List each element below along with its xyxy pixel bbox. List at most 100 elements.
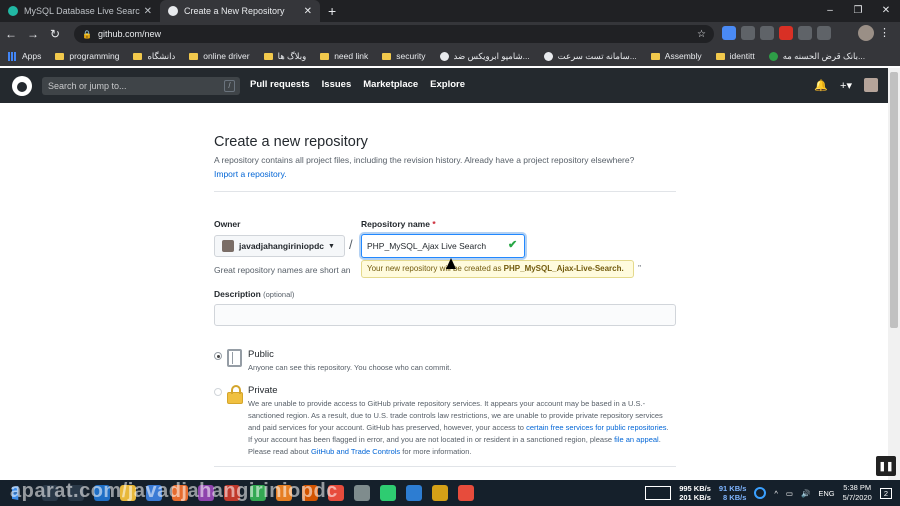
- clock[interactable]: 5:38 PM 5/7/2020: [843, 483, 872, 503]
- chevron-up-icon[interactable]: ^: [774, 489, 778, 498]
- bookmarks-bar: Apps programming دانشگاه online driver و…: [0, 46, 900, 66]
- apps-grid-icon: [8, 51, 17, 61]
- extension-icon[interactable]: [817, 26, 831, 40]
- net-speed-secondary: 91 KB/s 8 KB/s: [718, 484, 747, 502]
- owner-select[interactable]: javadjahangiriniopdc ▼: [214, 235, 345, 257]
- nav-pull-requests[interactable]: Pull requests: [250, 79, 310, 90]
- address-bar[interactable]: 🔒 github.com/new ☆: [74, 25, 714, 43]
- create-new-menu[interactable]: +▾: [840, 79, 852, 92]
- tab-mysql-live-search[interactable]: MySQL Database Live Search wit ✕: [0, 0, 160, 22]
- folder-icon: [320, 52, 330, 60]
- free-services-link[interactable]: certain free services for public reposit…: [526, 423, 666, 432]
- folder-icon: [715, 52, 725, 60]
- tooltip-tail: ": [638, 264, 641, 273]
- private-radio[interactable]: [214, 388, 222, 396]
- translate-extension-icon[interactable]: [722, 26, 736, 40]
- page-scrollbar[interactable]: [888, 68, 900, 480]
- notification-badge[interactable]: 2: [879, 487, 892, 499]
- tab-favicon-icon: [8, 6, 18, 16]
- extension-icon[interactable]: [741, 26, 755, 40]
- browser-toolbar: ← → ↻ 🔒 github.com/new ☆ ⋮: [0, 22, 900, 46]
- mouse-cursor-icon: [446, 258, 456, 269]
- close-icon[interactable]: ✕: [144, 6, 152, 17]
- app-icon[interactable]: [380, 485, 396, 501]
- github-header-actions: 🔔 +▾: [814, 78, 878, 92]
- search-input[interactable]: Search or jump to... /: [42, 77, 240, 95]
- menu-icon[interactable]: ⋮: [879, 26, 890, 39]
- page-subtitle: A repository contains all project files,…: [214, 155, 635, 165]
- nav-issues[interactable]: Issues: [322, 79, 352, 90]
- tooltip-repo-name: PHP_MySQL_Ajax-Live-Search.: [503, 264, 624, 273]
- bookmark-site[interactable]: سامانه تست سرعت...: [543, 51, 637, 62]
- vscode-icon[interactable]: [406, 485, 422, 501]
- nav-explore[interactable]: Explore: [430, 79, 465, 90]
- private-description: We are unable to provide access to GitHu…: [248, 399, 669, 456]
- description-label: Description (optional): [214, 289, 295, 299]
- watermark-text: aparat.com/javadjahangiriniopdc: [10, 480, 338, 502]
- private-title: Private: [248, 385, 278, 396]
- language-indicator[interactable]: ENG: [818, 489, 834, 498]
- tab-create-repository[interactable]: Create a New Repository ✕: [160, 0, 320, 22]
- forward-icon[interactable]: →: [22, 27, 44, 41]
- public-description: Anyone can see this repository. You choo…: [248, 363, 452, 372]
- owner-repo-separator: /: [349, 237, 353, 252]
- owner-value: javadjahangiriniopdc: [239, 241, 325, 251]
- bookmark-site[interactable]: شامپو ابرویکس ضد...: [439, 51, 530, 62]
- new-tab-button[interactable]: +: [320, 0, 344, 22]
- avatar[interactable]: [864, 78, 878, 92]
- app-icon[interactable]: [432, 485, 448, 501]
- bookmark-folder[interactable]: Assembly: [650, 51, 702, 61]
- folder-icon: [263, 52, 273, 60]
- back-icon[interactable]: ←: [0, 27, 22, 41]
- trade-controls-link[interactable]: GitHub and Trade Controls: [311, 447, 400, 456]
- net-speed-primary: 995 KB/s 201 KB/s: [679, 484, 711, 502]
- bookmark-folder[interactable]: دانشگاه: [133, 51, 175, 62]
- import-repository-link[interactable]: Import a repository.: [214, 169, 287, 179]
- description-input[interactable]: [214, 304, 676, 326]
- app-icon[interactable]: [458, 485, 474, 501]
- close-icon[interactable]: ✕: [304, 6, 312, 17]
- tab-bar: MySQL Database Live Search wit ✕ Create …: [0, 0, 900, 22]
- bookmark-folder[interactable]: security: [382, 51, 426, 61]
- extension-icon[interactable]: [760, 26, 774, 40]
- extension-icon[interactable]: [798, 26, 812, 40]
- close-window-button[interactable]: ✕: [872, 0, 900, 22]
- repository-name-input[interactable]: [361, 234, 525, 258]
- bell-icon[interactable]: 🔔: [814, 79, 828, 92]
- bookmark-star-icon[interactable]: ☆: [697, 29, 706, 40]
- volume-icon[interactable]: 🔊: [801, 489, 810, 498]
- bookmark-site[interactable]: بانک قرض الحسنه مه...: [768, 51, 865, 62]
- net-graph-icon: [645, 486, 672, 500]
- scrollbar-thumb[interactable]: [890, 72, 898, 328]
- bookmark-folder[interactable]: need link: [320, 51, 368, 61]
- pause-icon[interactable]: ❚❚: [876, 456, 896, 476]
- public-radio[interactable]: [214, 352, 222, 360]
- minimize-button[interactable]: –: [816, 0, 844, 22]
- extension-icon[interactable]: [779, 26, 793, 40]
- bookmark-folder[interactable]: online driver: [189, 51, 250, 61]
- public-title: Public: [248, 349, 274, 360]
- bookmark-apps[interactable]: Apps: [8, 51, 41, 61]
- lock-icon: [227, 385, 243, 404]
- site-favicon-icon: [543, 51, 553, 61]
- tab-title: MySQL Database Live Search wit: [24, 6, 140, 16]
- reload-icon[interactable]: ↻: [44, 27, 66, 41]
- profile-avatar[interactable]: [858, 25, 874, 41]
- owner-label: Owner: [214, 219, 241, 229]
- bookmark-folder[interactable]: programming: [55, 51, 119, 61]
- bookmark-folder[interactable]: وبلاگ ها: [263, 51, 306, 62]
- tray-icon[interactable]: [754, 487, 767, 499]
- chevron-down-icon: ▼: [328, 242, 335, 250]
- network-icon[interactable]: ▭: [786, 489, 793, 498]
- nav-marketplace[interactable]: Marketplace: [363, 79, 418, 90]
- site-favicon-icon: [439, 51, 449, 61]
- bookmark-folder[interactable]: identitt: [715, 51, 755, 61]
- extensions: [722, 26, 831, 40]
- app-icon[interactable]: [354, 485, 370, 501]
- site-favicon-icon: [768, 51, 778, 61]
- github-logo-icon[interactable]: [12, 76, 32, 96]
- file-appeal-link[interactable]: file an appeal: [614, 435, 659, 444]
- restore-button[interactable]: ❐: [844, 0, 872, 22]
- repo-icon: [227, 349, 242, 367]
- window-controls: – ❐ ✕: [816, 0, 900, 22]
